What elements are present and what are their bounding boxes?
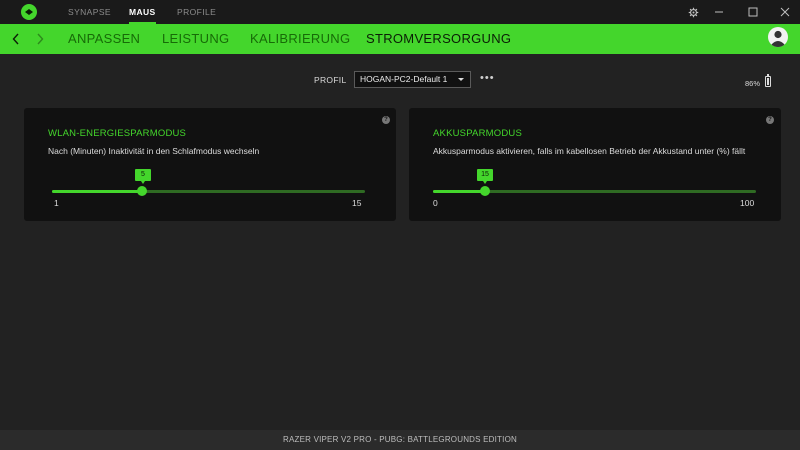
slider-max-label: 100 [740,198,755,208]
battery-level-text: 86% [745,79,761,88]
battery-saving-card: ? AKKUSPARMODUS Akkusparmodus aktivieren… [409,108,781,221]
help-icon[interactable]: ? [766,116,774,124]
profile-label: PROFIL [314,75,347,85]
slider-value-badge: 15 [477,169,493,184]
slider-max-label: 15 [352,198,362,208]
slider-value-badge: 5 [135,169,151,184]
forward-arrow-icon[interactable] [33,30,47,48]
profile-selected-value: HOGAN-PC2-Default 1 [360,74,448,84]
minimize-icon[interactable] [704,0,734,24]
user-avatar-icon[interactable] [768,27,788,47]
top-tab-maus[interactable]: MAUS [129,0,156,24]
card-description: Nach (Minuten) Inaktivität in den Schlaf… [48,146,260,156]
maximize-icon[interactable] [738,0,768,24]
sleep-timeout-slider[interactable] [52,190,365,193]
chevron-down-icon [458,78,464,81]
top-tab-profile[interactable]: PROFILE [177,0,216,24]
slider-thumb[interactable] [137,186,147,196]
more-options-button[interactable]: ••• [480,72,495,84]
title-bar: SYNAPSE MAUS PROFILE [0,0,800,24]
top-tab-synapse[interactable]: SYNAPSE [68,0,111,24]
device-name-footer: RAZER VIPER V2 PRO - PUBG: BATTLEGROUNDS… [0,430,800,450]
tab-kalibrierung[interactable]: KALIBRIERUNG [250,24,350,54]
slider-thumb[interactable] [480,186,490,196]
card-title: WLAN-ENERGIESPARMODUS [48,128,187,139]
tab-stromversorgung[interactable]: STROMVERSORGUNG [366,24,511,54]
close-icon[interactable] [770,0,800,24]
card-description: Akkusparmodus aktivieren, falls im kabel… [433,146,746,156]
slider-min-label: 1 [54,198,59,208]
tab-leistung[interactable]: LEISTUNG [162,24,229,54]
tab-anpassen[interactable]: ANPASSEN [68,24,140,54]
profile-dropdown[interactable]: HOGAN-PC2-Default 1 [354,71,471,88]
wlan-energy-saving-card: ? WLAN-ENERGIESPARMODUS Nach (Minuten) I… [24,108,396,221]
section-nav-bar: ANPASSEN LEISTUNG KALIBRIERUNG STROMVERS… [0,24,800,54]
help-icon[interactable]: ? [382,116,390,124]
card-title: AKKUSPARMODUS [433,128,522,139]
slider-min-label: 0 [433,198,438,208]
battery-icon [765,74,771,87]
back-arrow-icon[interactable] [9,30,23,48]
razer-logo-icon[interactable] [21,4,37,20]
